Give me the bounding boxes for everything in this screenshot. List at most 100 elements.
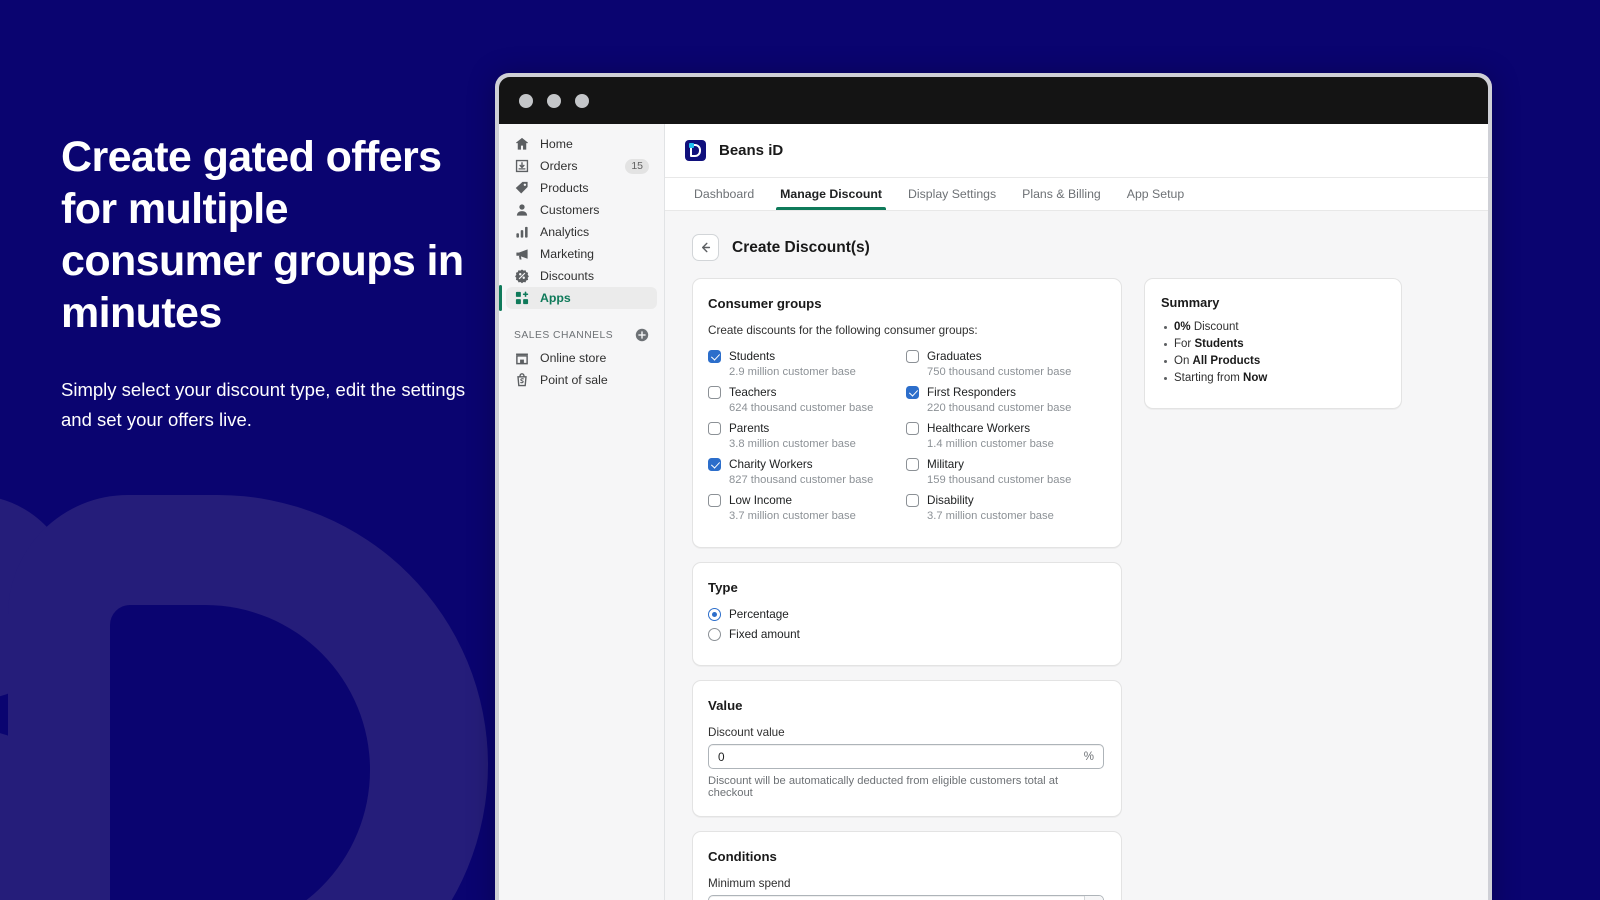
consumer-group-option[interactable]: Teachers 624 thousand customer base xyxy=(708,386,906,414)
consumer-group-option[interactable]: Healthcare Workers 1.4 million customer b… xyxy=(906,422,1104,450)
radio-button[interactable] xyxy=(708,628,721,641)
sales-channel-label: Point of sale xyxy=(540,373,608,387)
sidebar-item-customers[interactable]: Customers xyxy=(506,199,657,221)
page-header: Create Discount(s) xyxy=(665,229,1488,261)
discount-value-help: Discount will be automatically deducted … xyxy=(708,775,1059,799)
checkbox-healthcare-workers[interactable] xyxy=(906,422,919,435)
page-scroll-area[interactable]: Create Discount(s) Consumer groups Creat… xyxy=(665,211,1488,900)
type-option-fixed-amount[interactable]: Fixed amount xyxy=(708,628,1104,641)
consumer-group-name: Low Income xyxy=(729,494,793,507)
consumer-group-name: Teachers xyxy=(729,386,777,399)
tab-display-settings[interactable]: Display Settings xyxy=(895,187,1009,210)
consumer-group-name: Graduates xyxy=(927,350,982,363)
sales-channels-header: SALES CHANNELS xyxy=(499,323,664,347)
type-heading: Type xyxy=(708,580,738,595)
conditions-card: Conditions Minimum spend £ 0 xyxy=(692,831,1122,900)
consumer-groups-description: Create discounts for the following consu… xyxy=(708,324,978,337)
minimum-spend-input[interactable]: £ 0 xyxy=(708,895,1104,900)
tab-plans-billing[interactable]: Plans & Billing xyxy=(1009,187,1114,210)
summary-column: Summary 0% Discount For Students On All Pr… xyxy=(1144,278,1402,409)
sidebar-item-label: Products xyxy=(540,181,589,195)
consumer-group-option[interactable]: Military 159 thousand customer base xyxy=(906,458,1104,486)
sidebar-item-label: Analytics xyxy=(540,225,590,239)
home-icon xyxy=(513,136,531,152)
sidebar-item-home[interactable]: Home xyxy=(506,133,657,155)
sidebar-item-label: Apps xyxy=(540,291,571,305)
sidebar-item-apps[interactable]: Apps xyxy=(499,285,657,311)
consumer-group-customer-base: 624 thousand customer base xyxy=(729,402,874,414)
sidebar-item-marketing[interactable]: Marketing xyxy=(506,243,657,265)
consumer-group-customer-base: 827 thousand customer base xyxy=(729,474,874,486)
checkbox-students[interactable] xyxy=(708,350,721,363)
consumer-group-option[interactable]: Graduates 750 thousand customer base xyxy=(906,350,1104,378)
checkbox-graduates[interactable] xyxy=(906,350,919,363)
checkbox-charity-workers[interactable] xyxy=(708,458,721,471)
consumer-group-customer-base: 2.9 million customer base xyxy=(729,366,856,378)
sales-channel-online-store[interactable]: Online store xyxy=(506,347,657,369)
consumer-group-option[interactable]: Charity Workers 827 thousand customer bas… xyxy=(708,458,906,486)
window-maximize-button[interactable] xyxy=(575,93,589,108)
discount-value-input[interactable]: 0 % xyxy=(708,744,1104,769)
consumer-group-option[interactable]: Students 2.9 million customer base xyxy=(708,350,906,378)
products-tag-icon xyxy=(513,180,531,196)
quantity-stepper[interactable] xyxy=(1084,896,1103,900)
consumer-group-option[interactable]: Parents 3.8 million customer base xyxy=(708,422,906,450)
consumer-groups-card: Consumer groups Create discounts for the… xyxy=(692,278,1122,548)
consumer-group-option[interactable]: Disability 3.7 million customer base xyxy=(906,494,1104,522)
consumer-group-customer-base: 220 thousand customer base xyxy=(927,402,1072,414)
checkbox-military[interactable] xyxy=(906,458,919,471)
plus-circle-icon[interactable] xyxy=(635,328,649,342)
checkbox-teachers[interactable] xyxy=(708,386,721,399)
sidebar: Home Orders 15 Products Customers Analytics Ma… xyxy=(499,124,665,900)
consumer-group-name: Healthcare Workers xyxy=(927,422,1031,435)
marketing-copy: Create gated offers for multiple consume… xyxy=(61,131,481,435)
sidebar-item-orders[interactable]: Orders 15 xyxy=(506,155,657,177)
summary-line: On All Products xyxy=(1161,355,1385,367)
orders-count-badge: 15 xyxy=(625,158,649,174)
sidebar-item-label: Home xyxy=(540,137,573,151)
shopping-bag-icon xyxy=(513,372,531,388)
active-indicator xyxy=(499,285,502,311)
checkbox-low-income[interactable] xyxy=(708,494,721,507)
sidebar-item-label: Customers xyxy=(540,203,600,217)
window-close-button[interactable] xyxy=(519,93,533,108)
summary-card: Summary 0% Discount For Students On All Pr… xyxy=(1144,278,1402,409)
marketing-headline: Create gated offers for multiple consume… xyxy=(61,133,464,337)
checkbox-parents[interactable] xyxy=(708,422,721,435)
type-card: Type Percentage Fixed amount xyxy=(692,562,1122,666)
apps-grid-icon xyxy=(513,290,531,306)
consumer-group-option[interactable]: Low Income 3.7 million customer base xyxy=(708,494,906,522)
tab-manage-discount[interactable]: Manage Discount xyxy=(767,187,895,210)
sidebar-item-discounts[interactable]: Discounts xyxy=(506,265,657,287)
summary-line: For Students xyxy=(1161,338,1385,350)
consumer-group-name: Students xyxy=(729,350,776,363)
percent-suffix: % xyxy=(1083,750,1094,763)
app-main-panel: Beans iD Dashboard Manage Discount Display… xyxy=(665,124,1488,900)
summary-line: 0% Discount xyxy=(1161,321,1385,333)
sidebar-item-label: Discounts xyxy=(540,269,594,283)
stepper-increment-icon[interactable] xyxy=(1085,896,1103,900)
consumer-group-name: Disability xyxy=(927,494,974,507)
checkbox-disability[interactable] xyxy=(906,494,919,507)
arrow-left-icon[interactable] xyxy=(692,234,719,261)
consumer-group-customer-base: 3.7 million customer base xyxy=(927,510,1054,522)
radio-button[interactable] xyxy=(708,608,721,621)
tab-dashboard[interactable]: Dashboard xyxy=(681,187,767,210)
sales-channel-list: Online store Point of sale xyxy=(499,347,664,391)
type-option-percentage[interactable]: Percentage xyxy=(708,608,1104,621)
sales-channel-point-of-sale[interactable]: Point of sale xyxy=(506,369,657,391)
beans-id-logo-icon xyxy=(685,140,706,161)
sidebar-item-products[interactable]: Products xyxy=(506,177,657,199)
checkbox-first-responders[interactable] xyxy=(906,386,919,399)
sales-channels-label: SALES CHANNELS xyxy=(514,329,614,341)
consumer-group-name: First Responders xyxy=(927,386,1016,399)
discount-value-label: Discount value xyxy=(708,726,785,739)
window-minimize-button[interactable] xyxy=(547,93,561,108)
sidebar-item-analytics[interactable]: Analytics xyxy=(506,221,657,243)
consumer-group-customer-base: 1.4 million customer base xyxy=(927,438,1054,450)
browser-window: Home Orders 15 Products Customers Analytics Ma… xyxy=(495,73,1492,900)
value-card: Value Discount value 0 % Discount will b… xyxy=(692,680,1122,817)
marketing-megaphone-icon xyxy=(513,246,531,262)
consumer-group-option[interactable]: First Responders 220 thousand customer ba… xyxy=(906,386,1104,414)
tab-app-setup[interactable]: App Setup xyxy=(1114,187,1197,210)
